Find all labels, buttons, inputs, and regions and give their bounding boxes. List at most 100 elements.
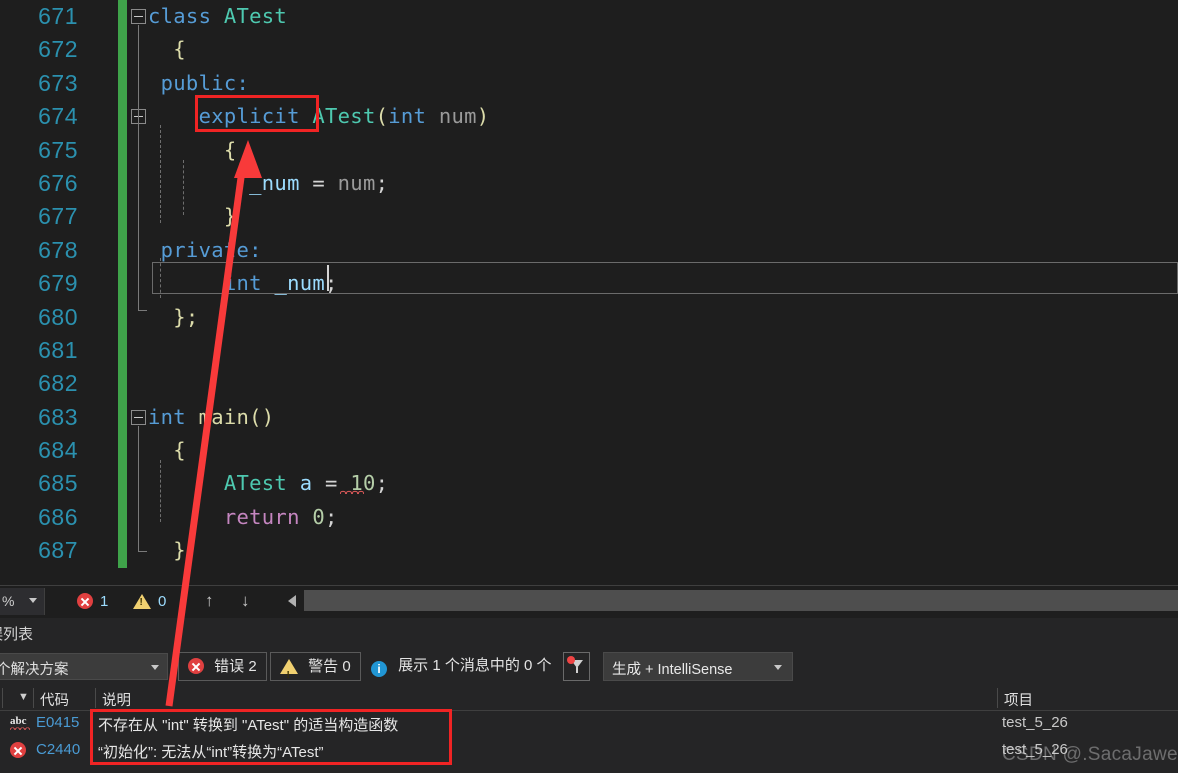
indent-guide-elbow-class	[138, 310, 147, 311]
cell-code[interactable]: E0415	[36, 714, 79, 731]
column-header-description[interactable]: 说明	[102, 689, 131, 710]
code-line[interactable]: 686 return 0;	[0, 500, 1178, 535]
build-source-dropdown[interactable]: 生成 + IntelliSense	[603, 652, 793, 681]
change-indicator-bar	[118, 66, 127, 101]
zoom-level-label: %	[2, 593, 15, 609]
column-header-code[interactable]: 代码	[40, 689, 69, 710]
change-indicator-bar	[118, 33, 127, 67]
chevron-down-icon	[151, 665, 159, 670]
table-row[interactable]: abc E0415 不存在从 "int" 转换到 "ATest" 的适当构造函数 te…	[0, 710, 1178, 737]
code-text: public:	[148, 67, 249, 100]
line-number: 684	[38, 437, 78, 464]
zoom-level-dropdown[interactable]: %	[0, 588, 45, 615]
filter-funnel-button[interactable]	[563, 652, 590, 681]
scrollbar-thumb[interactable]	[304, 590, 1178, 611]
change-indicator-bar	[118, 0, 127, 34]
funnel-stem-icon	[576, 667, 578, 673]
change-indicator-bar	[118, 166, 127, 201]
warning-icon	[133, 594, 151, 609]
code-line[interactable]: 672 {	[0, 33, 1178, 67]
code-token: return	[223, 504, 300, 529]
tab-error-list[interactable]: 误列表	[0, 623, 33, 644]
indent-guide-class	[138, 25, 139, 310]
change-indicator-bar	[118, 467, 127, 501]
scope-dropdown[interactable]: 个解决方案	[0, 653, 168, 680]
change-indicator-bar	[118, 534, 127, 568]
code-line[interactable]: 671 class ATest	[0, 0, 1178, 34]
code-text: };	[148, 301, 199, 334]
line-number: 686	[38, 503, 78, 530]
nav-previous-issue-button[interactable]: ↑	[205, 591, 214, 611]
change-indicator-bar	[118, 333, 127, 368]
code-editor[interactable]: 671 class ATest 672 {673 public: 674 explic…	[0, 0, 1178, 585]
code-line[interactable]: 681	[0, 333, 1178, 368]
code-line[interactable]: 674 explicit ATest(int num)	[0, 100, 1178, 134]
fold-toggle-line-671[interactable]	[131, 9, 146, 24]
column-divider[interactable]	[33, 688, 34, 708]
error-squiggle-underline	[340, 488, 364, 494]
warnings-filter-toggle[interactable]: 警告 0	[270, 652, 361, 689]
code-token: {	[148, 438, 186, 463]
column-divider[interactable]	[95, 688, 96, 708]
code-token: ATest	[312, 104, 376, 129]
line-number: 672	[38, 36, 78, 63]
code-token: ATest	[223, 471, 288, 496]
code-line[interactable]: 680 };	[0, 300, 1178, 334]
code-line[interactable]: 682	[0, 367, 1178, 401]
code-text: _num = num;	[148, 167, 388, 200]
fold-toggle-line-683[interactable]	[131, 410, 146, 425]
messages-filter-toggle[interactable]: i 展示 1 个消息中的 0 个	[362, 652, 561, 681]
code-line[interactable]: 684 {	[0, 434, 1178, 468]
messages-filter-label: 展示 1 个消息中的 0 个	[398, 657, 552, 674]
column-divider[interactable]	[2, 688, 3, 708]
cell-code[interactable]: C2440	[36, 741, 80, 758]
scroll-left-arrow-icon[interactable]	[288, 595, 296, 607]
line-number: 685	[38, 470, 78, 497]
code-line[interactable]: 677 }	[0, 200, 1178, 234]
code-line[interactable]: 687 }	[0, 534, 1178, 568]
error-icon	[188, 658, 204, 674]
code-text: ATest a = 10;	[148, 467, 388, 500]
chevron-down-icon	[774, 665, 782, 670]
status-warning-count[interactable]: 0	[133, 593, 166, 610]
change-indicator-bar	[118, 200, 127, 234]
cell-project: test_5_26	[1002, 714, 1068, 731]
csdn-watermark: CSDN @.SacaJawea	[1002, 744, 1178, 765]
errors-filter-label: 错误 2	[214, 658, 257, 675]
code-line[interactable]: 673 public:	[0, 66, 1178, 101]
code-text: int _num;	[148, 267, 338, 300]
line-number: 678	[38, 236, 78, 263]
errors-filter-toggle[interactable]: 错误 2	[178, 652, 267, 681]
status-error-count[interactable]: 1	[77, 593, 108, 610]
code-text: {	[148, 33, 186, 66]
code-line[interactable]: 679 int _num;	[0, 267, 1178, 301]
code-line[interactable]: 678 private:	[0, 233, 1178, 268]
change-indicator-bar	[118, 233, 127, 268]
column-divider[interactable]	[997, 688, 998, 708]
error-x-icon	[10, 742, 26, 758]
code-text: }	[148, 534, 186, 567]
code-line[interactable]: 683 int main()	[0, 400, 1178, 435]
indent-guide-ctor	[160, 125, 161, 223]
indent-guide-main-body	[160, 460, 161, 522]
code-line[interactable]: 676 _num = num;	[0, 166, 1178, 201]
code-text: return 0;	[148, 501, 338, 534]
status-error-count-label: 1	[100, 593, 109, 610]
line-number: 682	[38, 370, 78, 397]
code-line[interactable]: 675 {	[0, 133, 1178, 167]
sort-indicator-icon[interactable]: ▼	[18, 691, 29, 703]
warning-icon	[280, 659, 298, 689]
code-line[interactable]: 685 ATest a = 10;	[0, 467, 1178, 501]
code-token: private:	[148, 237, 262, 262]
line-number: 675	[38, 136, 78, 163]
code-token: int	[223, 271, 262, 296]
change-indicator-bar	[118, 400, 127, 435]
horizontal-scrollbar[interactable]	[288, 590, 1178, 612]
nav-next-issue-button[interactable]: ↓	[241, 591, 250, 611]
change-indicator-bar	[118, 300, 127, 334]
column-header-project[interactable]: 项目	[1004, 689, 1033, 710]
scope-dropdown-value: 个解决方案	[0, 662, 69, 678]
